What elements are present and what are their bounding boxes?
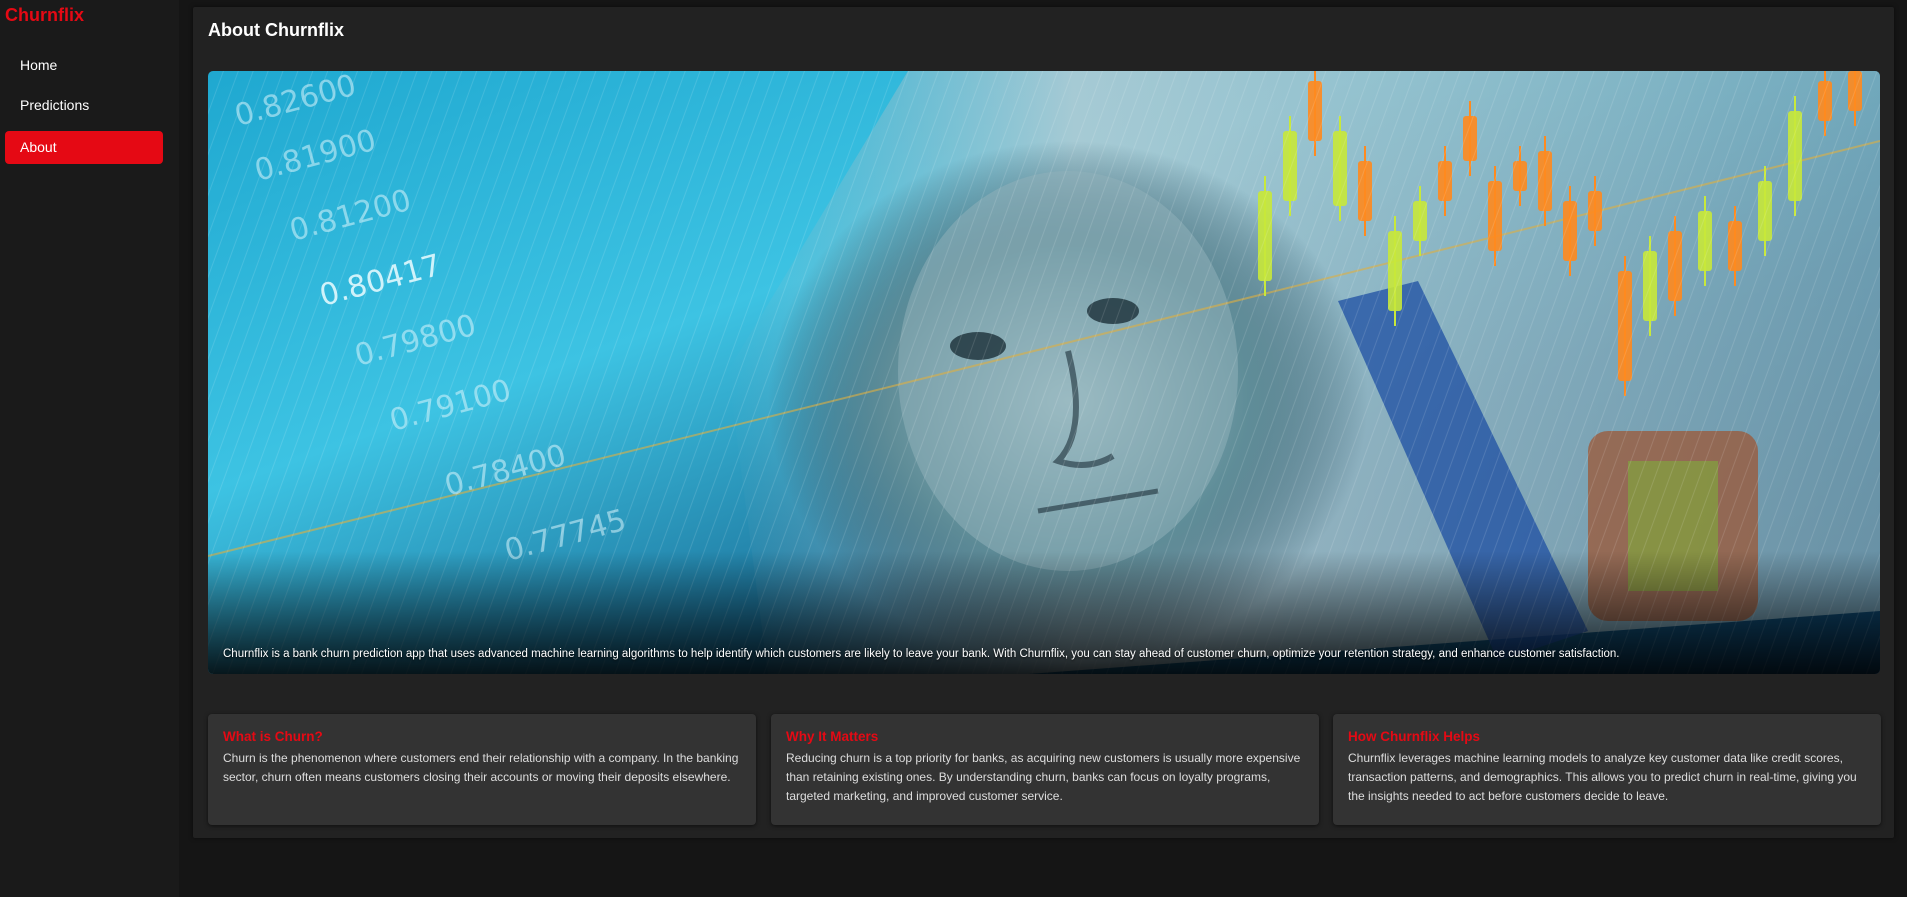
page-title: About Churnflix <box>208 20 344 40</box>
nav-item-home[interactable]: Home <box>5 49 163 82</box>
card-title: How Churnflix Helps <box>1348 729 1481 744</box>
card-body: Churnflix leverages machine learning mod… <box>1348 751 1857 803</box>
brand-logo[interactable]: Churnflix <box>5 5 84 26</box>
card-what-is-churn: What is Churn? Churn is the phenomenon w… <box>208 714 756 825</box>
card-how-churnflix-helps: How Churnflix Helps Churnflix leverages … <box>1333 714 1881 825</box>
main-content: About Churnflix Churnflix is a bank chur… <box>193 7 1894 838</box>
nav-item-predictions[interactable]: Predictions <box>5 89 163 122</box>
card-title: What is Churn? <box>223 729 323 744</box>
nav-item-about[interactable]: About <box>5 131 163 164</box>
card-title: Why It Matters <box>786 729 879 744</box>
hero-caption: Churnflix is a bank churn prediction app… <box>223 648 1620 660</box>
card-why-it-matters: Why It Matters Reducing churn is a top p… <box>771 714 1319 825</box>
hero-banner: 0.826000.819000.812000.804170.798000.791… <box>208 71 1880 674</box>
card-body: Churn is the phenomenon where customers … <box>223 751 739 784</box>
sidebar: Churnflix Home Predictions About <box>0 0 179 897</box>
card-body: Reducing churn is a top priority for ban… <box>786 751 1301 803</box>
hero-image: 0.826000.819000.812000.804170.798000.791… <box>208 71 1880 674</box>
